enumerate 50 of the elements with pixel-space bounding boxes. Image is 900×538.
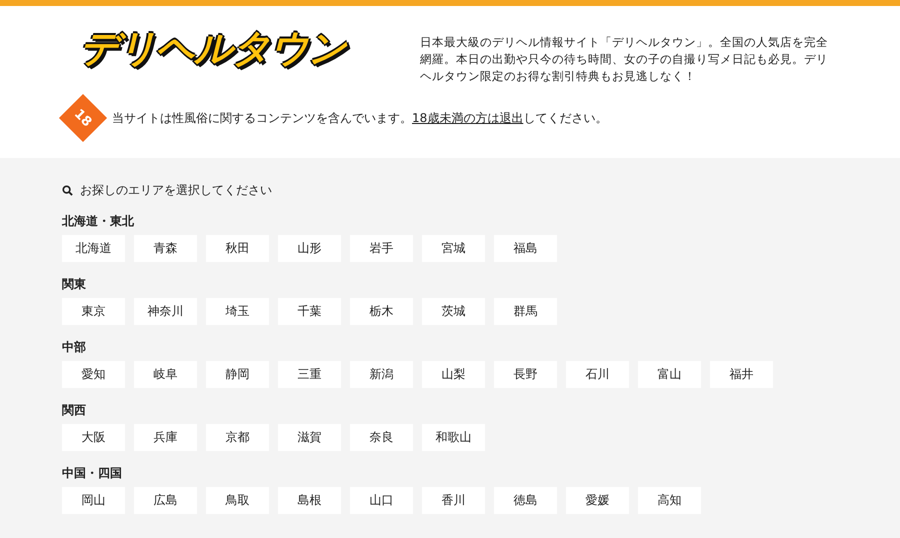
prefecture-button[interactable]: 三重 — [278, 361, 341, 388]
search-icon — [62, 185, 73, 196]
prefecture-button[interactable]: 秋田 — [206, 235, 269, 262]
exit-link[interactable]: 18歳未満の方は退出 — [412, 110, 524, 124]
prefecture-button[interactable]: 山梨 — [422, 361, 485, 388]
prefecture-button[interactable]: 福島 — [494, 235, 557, 262]
prefecture-button[interactable]: 新潟 — [350, 361, 413, 388]
region-heading: 中部 — [62, 339, 87, 356]
prefecture-button[interactable]: 岐阜 — [134, 361, 197, 388]
prefecture-button[interactable]: 長野 — [494, 361, 557, 388]
region-heading: 関東 — [62, 276, 87, 293]
prefecture-button[interactable]: 富山 — [638, 361, 701, 388]
prefecture-button[interactable]: 香川 — [422, 487, 485, 514]
prefecture-button[interactable]: 鳥取 — [206, 487, 269, 514]
prefecture-button[interactable]: 青森 — [134, 235, 197, 262]
site-description: 日本最大級のデリヘル情報サイト「デリヘルタウン」。全国の人気店を完全網羅。本日の出勤や只今の待ち時間、女の子の自撮り写メ日記も必見。デリヘルタウン限定のお得な割引特典もお見逃しなく！ — [420, 34, 829, 85]
prefecture-button[interactable]: 愛媛 — [566, 487, 629, 514]
prefecture-button[interactable]: 埼玉 — [206, 298, 269, 325]
region-heading: 関西 — [62, 402, 87, 419]
prefecture-button[interactable]: 福井 — [710, 361, 773, 388]
prefecture-button[interactable]: 大阪 — [62, 424, 125, 451]
prefecture-button[interactable]: 山形 — [278, 235, 341, 262]
prefecture-button[interactable]: 奈良 — [350, 424, 413, 451]
prefecture-button[interactable]: 東京 — [62, 298, 125, 325]
prefecture-button[interactable]: 茨城 — [422, 298, 485, 325]
prefecture-button[interactable]: 静岡 — [206, 361, 269, 388]
prefecture-button[interactable]: 島根 — [278, 487, 341, 514]
prefecture-button[interactable]: 石川 — [566, 361, 629, 388]
prefecture-button[interactable]: 愛知 — [62, 361, 125, 388]
prefecture-button[interactable]: 和歌山 — [422, 424, 485, 451]
prefecture-button[interactable]: 広島 — [134, 487, 197, 514]
prefecture-button[interactable]: 北海道 — [62, 235, 125, 262]
prefecture-button[interactable]: 千葉 — [278, 298, 341, 325]
prefecture-button[interactable]: 宮城 — [422, 235, 485, 262]
prefecture-button[interactable]: 高知 — [638, 487, 701, 514]
prefecture-button[interactable]: 徳島 — [494, 487, 557, 514]
prefecture-button[interactable]: 京都 — [206, 424, 269, 451]
prefecture-button[interactable]: 滋賀 — [278, 424, 341, 451]
prefecture-button[interactable]: 山口 — [350, 487, 413, 514]
prefecture-button[interactable]: 兵庫 — [134, 424, 197, 451]
region-heading: 北海道・東北 — [62, 213, 135, 230]
region-heading: 中国・四国 — [62, 465, 123, 482]
age-restriction-badge: 18 — [58, 94, 108, 142]
prefecture-button[interactable]: 岡山 — [62, 487, 125, 514]
prefecture-button[interactable]: 栃木 — [350, 298, 413, 325]
age-warning-text: 当サイトは性風俗に関するコンテンツを含んでいます。18歳未満の方は退出 してください。 — [112, 110, 608, 126]
area-search-heading: お探しのエリアを選択してください — [80, 182, 272, 199]
prefecture-button[interactable]: 岩手 — [350, 235, 413, 262]
prefecture-button[interactable]: 神奈川 — [134, 298, 197, 325]
prefecture-button[interactable]: 群馬 — [494, 298, 557, 325]
